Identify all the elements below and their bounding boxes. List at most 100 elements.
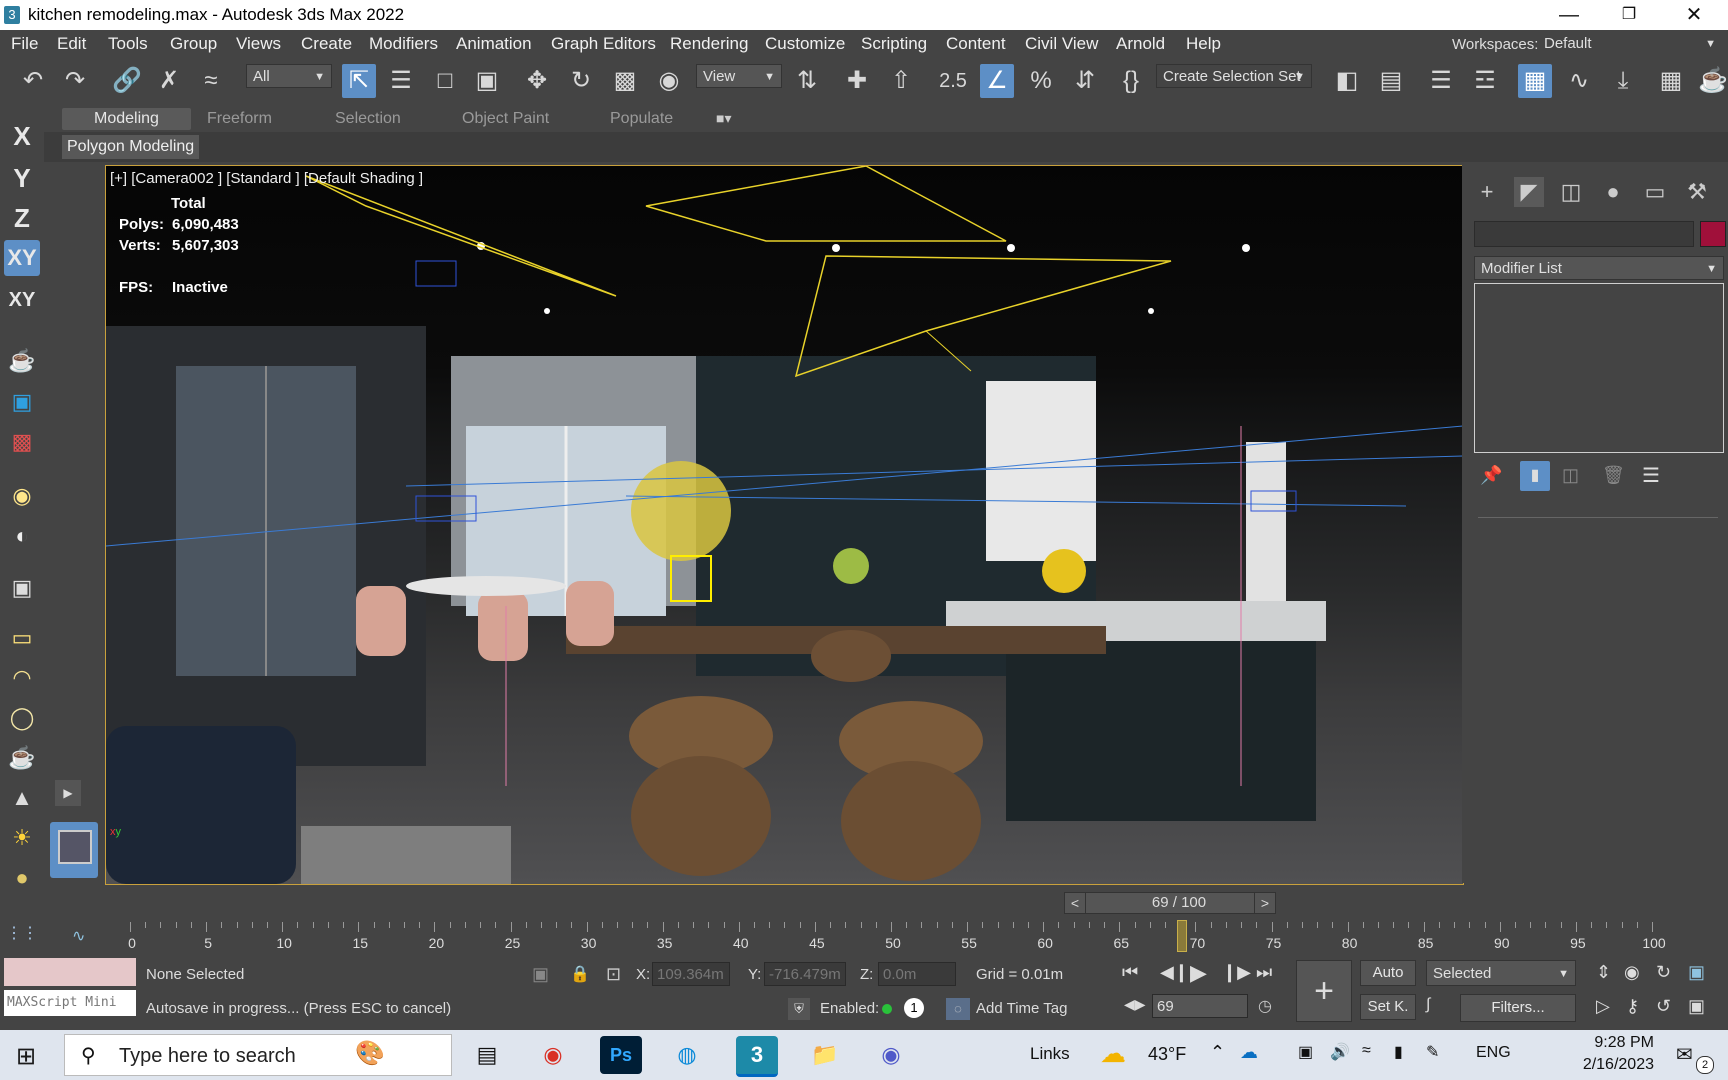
weather-icon[interactable]: ☁	[1100, 1038, 1126, 1069]
hierarchy-panel-icon[interactable]: ◫	[1556, 177, 1586, 207]
shield-icon[interactable]: ⛨	[788, 998, 810, 1020]
scale-icon[interactable]: ▩	[608, 64, 642, 98]
polygon-modeling-panel[interactable]: Polygon Modeling	[62, 135, 200, 159]
temperature[interactable]: 43°F	[1148, 1044, 1186, 1065]
rectangular-selection-icon[interactable]: □	[428, 64, 462, 98]
time-cursor[interactable]	[1177, 920, 1188, 952]
onedrive-icon[interactable]: ☁	[1240, 1042, 1258, 1063]
window-crossing-icon[interactable]: ▣	[470, 64, 504, 98]
modify-panel-icon[interactable]: ◤	[1514, 177, 1544, 207]
ribbon-options-icon[interactable]: ■▾	[716, 110, 731, 127]
schematic-view-icon[interactable]: ⤓	[1606, 64, 1640, 98]
bind-space-warp-icon[interactable]: ≈	[194, 64, 228, 98]
menu-arnold[interactable]: Arnold	[1116, 34, 1165, 54]
current-frame-field[interactable]: 69	[1152, 994, 1248, 1018]
modifier-stack[interactable]	[1474, 283, 1724, 453]
axis-xy-cycle-button[interactable]: XY	[4, 282, 40, 318]
language-indicator[interactable]: ENG	[1476, 1044, 1511, 1062]
z-coordinate-field[interactable]: 0.0m	[878, 962, 956, 986]
remove-modifier-icon[interactable]: 🗑	[1602, 465, 1625, 486]
3dsmax-taskbar-icon[interactable]: 3	[736, 1036, 778, 1077]
workspaces-dropdown[interactable]: Default ▼	[1538, 32, 1722, 56]
menu-help[interactable]: Help	[1186, 34, 1221, 54]
key-mode-icon[interactable]: ∫	[1426, 996, 1430, 1014]
object-color-swatch[interactable]	[1700, 221, 1726, 247]
viewport-label[interactable]: [+] [Camera002 ] [Standard ] [Default Sh…	[110, 170, 423, 187]
x-coordinate-field[interactable]: 109.364m	[652, 962, 730, 986]
unlink-icon[interactable]: ✗	[152, 64, 186, 98]
modifier-list-dropdown[interactable]: Modifier List ▼	[1474, 256, 1724, 280]
axis-y-button[interactable]: Y	[4, 160, 40, 196]
make-unique-icon[interactable]: ◫	[1562, 465, 1579, 486]
select-by-name-icon[interactable]: ☰	[384, 64, 418, 98]
menu-civil-view[interactable]: Civil View	[1025, 34, 1098, 54]
reference-coordinate-dropdown[interactable]: View ▼	[696, 64, 782, 88]
close-button[interactable]: ✕	[1665, 0, 1723, 30]
rotate-icon[interactable]: ↻	[564, 64, 598, 98]
move-icon[interactable]: ✥	[520, 64, 554, 98]
zoom-extents-icon[interactable]: ▣	[1688, 962, 1705, 983]
add-time-tag-button[interactable]: Add Time Tag	[976, 1000, 1067, 1017]
tab-modeling[interactable]: Modeling	[62, 108, 191, 130]
menu-file[interactable]: File	[11, 34, 38, 54]
go-to-end-icon[interactable]: ⏭	[1256, 962, 1272, 983]
select-object-icon[interactable]: ⇱	[342, 64, 376, 98]
spinner-snap-icon[interactable]: ⇵	[1068, 64, 1102, 98]
previous-frame-icon[interactable]: ◀❙	[1160, 962, 1189, 983]
display-panel-icon[interactable]: ▭	[1640, 177, 1670, 207]
next-frame-icon[interactable]: ❙▶	[1222, 962, 1251, 983]
render-setup-icon[interactable]: ☕	[1698, 64, 1728, 98]
sphere-icon[interactable]: ◯	[6, 702, 38, 734]
menu-group[interactable]: Group	[170, 34, 217, 54]
filters-button[interactable]: Filters...	[1460, 994, 1576, 1022]
light-bulb-icon[interactable]: ◉	[6, 480, 38, 512]
curve-editor-mini-icon[interactable]: ∿	[72, 926, 85, 946]
maxscript-mini-input[interactable]: MAXScript Mini	[4, 990, 136, 1016]
dome-icon[interactable]: ◠	[6, 662, 38, 694]
viewport-layout-button[interactable]	[50, 822, 98, 878]
menu-customize[interactable]: Customize	[765, 34, 845, 54]
toggle-ribbon-icon[interactable]: ▦	[1518, 64, 1552, 98]
undo-icon[interactable]: ↶	[16, 64, 50, 98]
layer-explorer-icon[interactable]: ☲	[1468, 64, 1502, 98]
scene-explorer-icon[interactable]: ☰	[1424, 64, 1458, 98]
tab-freeform[interactable]: Freeform	[207, 110, 272, 128]
zoom-icon[interactable]: ⇕	[1596, 962, 1611, 983]
time-config-arrows-icon[interactable]: ◀▶	[1124, 996, 1146, 1013]
maxscript-listener-color[interactable]	[4, 958, 136, 986]
ball-icon[interactable]: ●	[6, 862, 38, 894]
menu-views[interactable]: Views	[236, 34, 281, 54]
notification-icon[interactable]: ✉	[1676, 1042, 1693, 1067]
absolute-mode-icon[interactable]: ⊡	[606, 964, 621, 985]
selection-filter-dropdown[interactable]: All ▼	[246, 64, 332, 88]
menu-graph-editors[interactable]: Graph Editors	[551, 34, 656, 54]
time-configuration-icon[interactable]: ◷	[1258, 996, 1272, 1016]
battery-icon[interactable]: ▮	[1394, 1042, 1403, 1062]
orbit-icon[interactable]: ↻	[1656, 962, 1671, 983]
minimize-button[interactable]: —	[1540, 0, 1598, 30]
create-panel-icon[interactable]: +	[1472, 177, 1502, 207]
volume-icon[interactable]: 🔊	[1330, 1042, 1350, 1062]
set-key-button[interactable]: Set K.	[1360, 994, 1416, 1020]
photo-icon[interactable]: ▣	[6, 386, 38, 418]
create-selection-set-dropdown[interactable]: Create Selection Set ▼	[1156, 64, 1312, 88]
camera-icon[interactable]: ◐	[6, 520, 38, 552]
redo-icon[interactable]: ↷	[58, 64, 92, 98]
zoom-all-icon[interactable]: ◉	[1624, 962, 1640, 983]
windows-start-icon[interactable]: ⊞	[16, 1042, 36, 1071]
time-tag-icon[interactable]: ◌	[946, 998, 970, 1020]
material-editor-icon[interactable]: ▦	[1654, 64, 1688, 98]
sun-icon[interactable]: ☀	[6, 822, 38, 854]
track-bar[interactable]: ∿ 0 5 10 15 20 25 30 35 40 45 50 55 60 65 70 75 80 85 90 95…	[48, 918, 1728, 954]
configure-modifier-sets-icon[interactable]: ☰	[1642, 463, 1660, 488]
image-icon[interactable]: ▩	[6, 426, 38, 458]
selection-lock-icon[interactable]: 🔒	[570, 964, 590, 984]
set-key-big-button[interactable]: +	[1296, 960, 1352, 1022]
angle-snap-icon[interactable]: ∠	[980, 64, 1014, 98]
clock-date[interactable]: 2/16/2023	[1562, 1056, 1654, 1074]
menu-create[interactable]: Create	[301, 34, 352, 54]
keyboard-shortcut-override-icon[interactable]: ⇧	[884, 64, 918, 98]
time-next-button[interactable]: >	[1254, 892, 1276, 914]
teams-icon[interactable]: ◉	[870, 1036, 912, 1074]
menu-content[interactable]: Content	[946, 34, 1006, 54]
